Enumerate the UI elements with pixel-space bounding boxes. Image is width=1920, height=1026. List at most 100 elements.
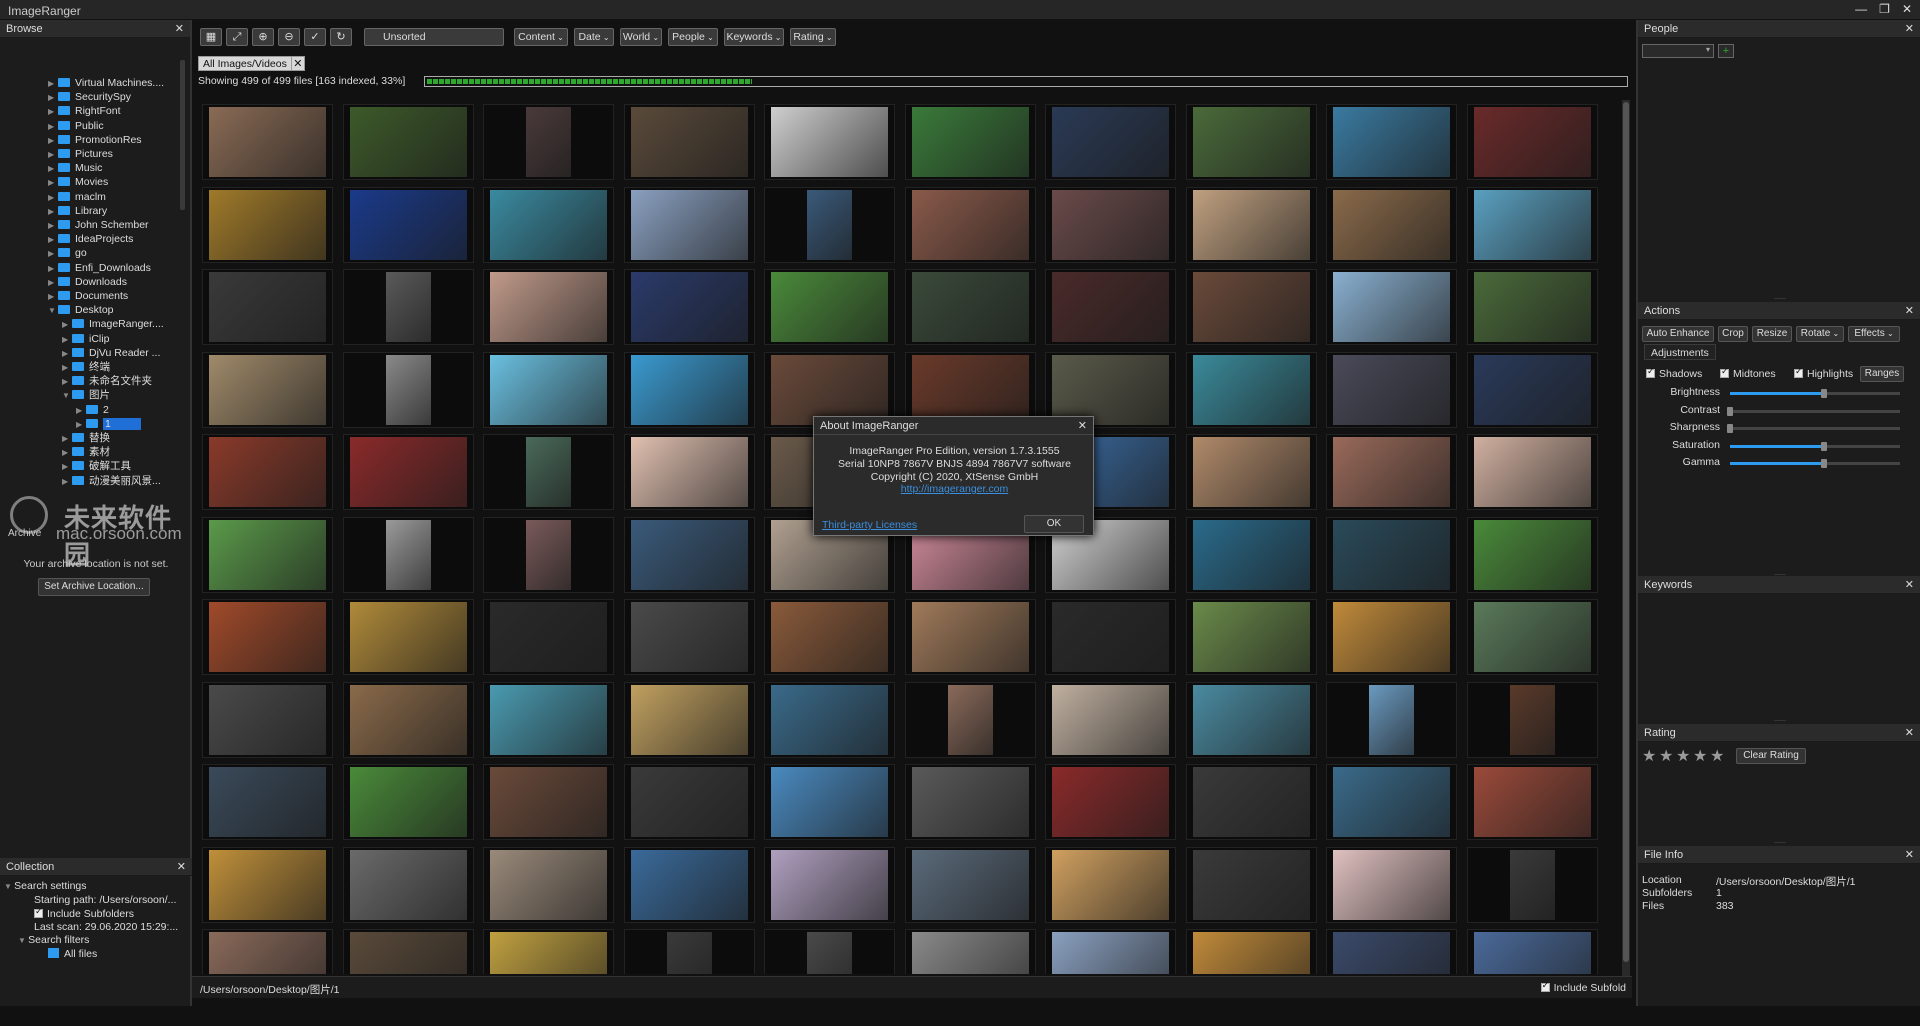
tree-item[interactable]: ▶ Downloads [48,275,127,289]
close-icon[interactable]: ✕ [1905,724,1914,742]
chevron-right-icon[interactable]: ▶ [48,276,58,290]
close-icon[interactable]: ✕ [177,858,186,876]
thumbnail[interactable] [483,269,614,345]
thumbnail[interactable] [1466,104,1598,180]
tree-item[interactable]: ▶ Movies [48,175,108,189]
thumbnail[interactable] [1326,764,1457,840]
thumbnail[interactable] [1466,681,1598,758]
all-files-node[interactable]: All files [48,948,97,960]
checkbox-icon[interactable] [1794,366,1803,378]
tree-item[interactable]: ▶ Documents [48,289,128,303]
grid-view-icon[interactable]: ▦ [200,28,222,46]
thumbnail[interactable] [1185,104,1317,180]
tree-item[interactable]: ▶ 素材 [62,445,110,459]
thumbnail[interactable] [623,269,755,345]
tree-item[interactable]: ▶ Public [48,119,104,133]
scroll-thumb[interactable] [1623,102,1629,962]
thumbnail[interactable] [1045,186,1176,263]
tab-all-images[interactable]: All Images/Videos [198,56,292,71]
chevron-right-icon[interactable]: ▶ [48,162,58,176]
thumbnail[interactable] [202,929,333,974]
auto-enhance-button[interactable]: Auto Enhance [1642,326,1714,342]
tree-item[interactable]: ▶ John Schember [48,218,149,232]
chevron-right-icon[interactable]: ▶ [48,77,58,91]
thumbnail[interactable] [764,104,895,180]
clear-rating-button[interactable]: Clear Rating [1736,748,1806,764]
thumbnail[interactable] [904,681,1036,758]
thumbnail[interactable] [1326,434,1457,510]
thumbnail[interactable] [342,434,474,510]
checkbox-icon[interactable] [1540,980,1550,992]
restore-icon[interactable]: ❐ [1879,2,1890,16]
tree-item[interactable]: ▼ 图片 [62,388,110,402]
chevron-right-icon[interactable]: ▶ [48,262,58,276]
thumbnail[interactable] [1185,681,1317,758]
thumbnail[interactable] [1466,269,1598,345]
thumbnail[interactable] [764,929,895,974]
thumbnail[interactable] [1326,351,1457,428]
thumbnail[interactable] [764,186,895,263]
thumbnail[interactable] [1185,269,1317,345]
tree-item[interactable]: ▼ Desktop [48,303,114,317]
filter-people-button[interactable]: People ⌄ [668,28,718,46]
tree-item[interactable]: ▶ 动漫美丽风景... [62,474,161,488]
tree-item[interactable]: ▶ SecuritySpy [48,90,131,104]
highlights-checkbox[interactable]: Highlights [1794,366,1853,380]
thumbnail[interactable] [1326,599,1457,675]
thumbnail[interactable] [342,516,474,593]
contrast-slider[interactable] [1727,406,1900,416]
tree-item[interactable]: ▶ 1 [76,417,141,431]
thumbnail[interactable] [342,186,474,263]
thumbnail[interactable] [904,269,1036,345]
thumbnail[interactable] [483,929,614,974]
chevron-right-icon[interactable]: ▶ [48,91,58,105]
thumbnail[interactable] [623,516,755,593]
thumbnail[interactable] [202,516,333,593]
thumbnail[interactable] [623,599,755,675]
slider-handle[interactable] [1727,406,1733,416]
thumbnail[interactable] [623,846,755,923]
thumbnail[interactable] [623,764,755,840]
chevron-down-icon[interactable]: ▼ [62,389,72,403]
thumbnail[interactable] [764,764,895,840]
thumbnail[interactable] [904,186,1036,263]
thumbnail[interactable] [1466,434,1598,510]
thumbnail[interactable] [483,846,614,923]
thumbnail[interactable] [483,351,614,428]
chevron-right-icon[interactable]: ▶ [48,219,58,233]
chevron-right-icon[interactable]: ▶ [62,446,72,460]
close-icon[interactable]: ✕ [1905,576,1914,594]
chevron-right-icon[interactable]: ▶ [76,418,86,432]
checkbox-icon[interactable] [34,906,43,918]
thumbnail[interactable] [1185,434,1317,510]
thumbnail[interactable] [342,351,474,428]
thumbnail[interactable] [623,434,755,510]
chevron-right-icon[interactable]: ▶ [62,347,72,361]
tree-item[interactable]: ▶ go [48,246,87,260]
thumbnail[interactable] [764,681,895,758]
chevron-right-icon[interactable]: ▶ [76,404,86,418]
star-icon[interactable]: ★ [1693,746,1707,766]
thumbnail[interactable] [904,846,1036,923]
slider-handle[interactable] [1727,424,1733,433]
thumbnail[interactable] [1326,104,1457,180]
thumbnail[interactable] [904,929,1036,974]
minimize-icon[interactable]: — [1855,2,1867,16]
thumbnail[interactable] [202,104,333,180]
include-subfolders-option[interactable]: Include Subfolders [34,906,134,920]
thumbnail[interactable] [904,764,1036,840]
star-icon[interactable]: ★ [1659,746,1673,766]
thumbnail[interactable] [202,269,333,345]
thumbnail[interactable] [904,599,1036,675]
thumbnail[interactable] [483,104,614,180]
thumbnail[interactable] [342,104,474,180]
tree-item[interactable]: ▶ RightFont [48,104,121,118]
third-party-licenses-link[interactable]: Third-party Licenses [822,519,917,531]
thumbnail[interactable] [483,186,614,263]
thumbnail[interactable] [1185,186,1317,263]
thumbnail[interactable] [904,104,1036,180]
add-person-button[interactable]: + [1718,44,1734,58]
chevron-right-icon[interactable]: ▶ [48,191,58,205]
filter-rating-button[interactable]: Rating ⌄ [790,28,836,46]
resize-button[interactable]: Resize [1752,326,1792,342]
